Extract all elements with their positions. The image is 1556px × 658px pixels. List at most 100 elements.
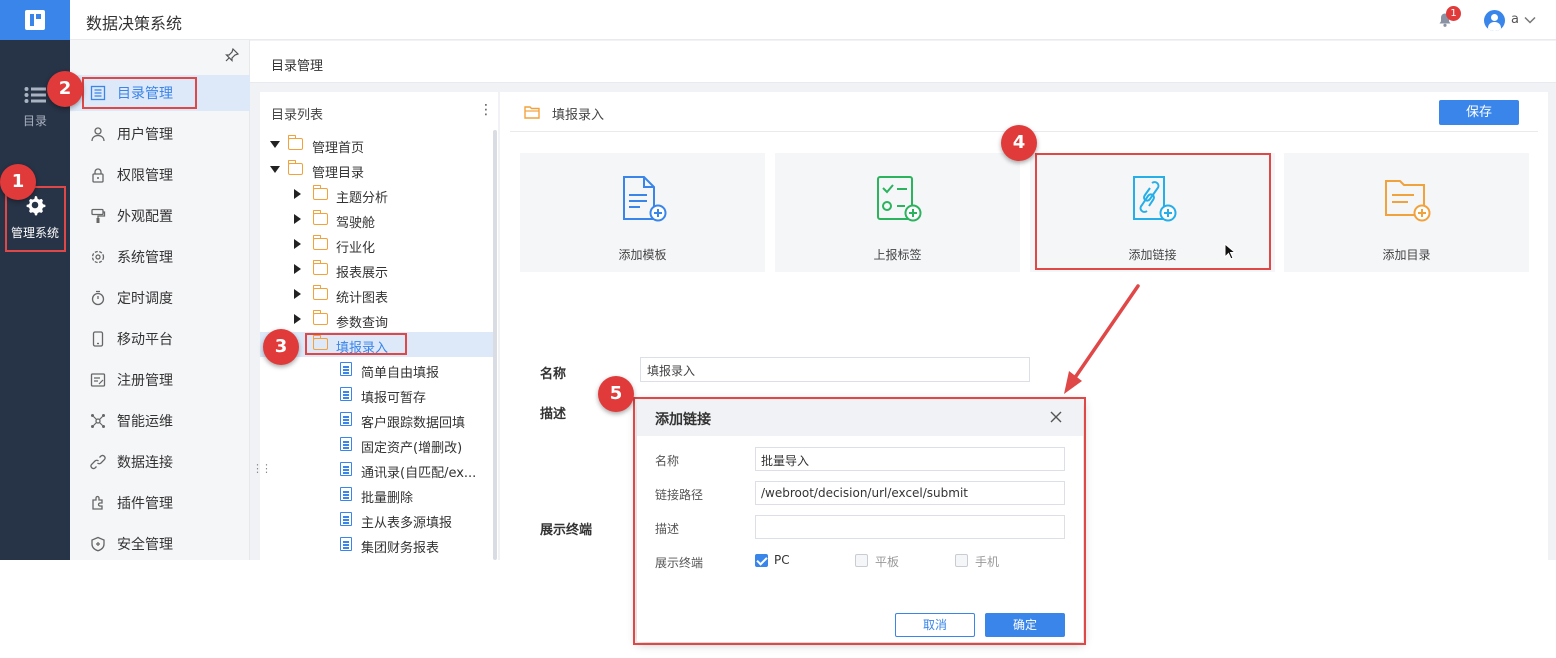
caret-right-icon[interactable] (294, 314, 301, 324)
step-marker: 3 (263, 329, 299, 365)
notification-badge: 1 (1446, 6, 1461, 21)
caret-right-icon[interactable] (294, 214, 301, 224)
card-label: 上报标签 (873, 248, 922, 262)
folder-icon (524, 106, 540, 119)
tree-item[interactable]: 参数查询 (260, 307, 493, 332)
breadcrumb-bar (250, 41, 1556, 83)
tree-item-label: 管理首页 (312, 141, 365, 156)
plugin-icon (90, 495, 106, 511)
tree-item[interactable]: 驾驶舱 (260, 207, 493, 232)
caret-right-icon[interactable] (294, 189, 301, 199)
register-icon (90, 372, 106, 388)
sidebar-item-register[interactable]: 注册管理 (70, 362, 250, 398)
sidebar-item-timer[interactable]: 定时调度 (70, 280, 250, 316)
tree-header: 目录列表 (271, 108, 324, 123)
folder-icon (313, 185, 328, 200)
tree-item-label: 简单自由填报 (361, 366, 440, 381)
tree-item-label: 主题分析 (336, 191, 389, 206)
user-name[interactable]: a (1511, 12, 1519, 27)
document-icon (340, 462, 352, 476)
top-bar (0, 0, 1556, 40)
document-icon (340, 487, 352, 501)
tree-item[interactable]: 客户跟踪数据回填 (260, 407, 493, 432)
tree-item[interactable]: 简单自由填报 (260, 357, 493, 382)
link-icon (90, 454, 106, 470)
more-icon[interactable]: ⋮ (479, 102, 493, 118)
folder-icon (313, 210, 328, 225)
caret-right-icon[interactable] (294, 289, 301, 299)
tree-item[interactable]: 通讯录(自匹配/ex... (260, 457, 493, 482)
tree-item[interactable]: 主从表多源填报 (260, 507, 493, 532)
sidebar-item-label: 插件管理 (117, 496, 173, 512)
rail-label-catalog: 目录 (22, 114, 47, 128)
tree-item[interactable]: 集团财务报表 (260, 532, 493, 557)
app-logo[interactable] (0, 0, 70, 40)
sidebar-item-network[interactable]: 智能运维 (70, 403, 250, 439)
avatar[interactable] (1484, 10, 1505, 31)
tree-item[interactable]: 填报可暂存 (260, 382, 493, 407)
tree-item[interactable]: 统计图表 (260, 282, 493, 307)
card-label: 添加模板 (618, 248, 667, 262)
chevron-down-icon[interactable] (1523, 13, 1537, 27)
sidebar-item-label: 注册管理 (117, 373, 173, 389)
panel-title: 填报录入 (552, 108, 605, 123)
sidebar-item-label: 外观配置 (117, 209, 173, 225)
caret-right-icon[interactable] (294, 264, 301, 274)
tree-item-label: 主从表多源填报 (361, 516, 453, 531)
tree-item[interactable]: 批量删除 (260, 482, 493, 507)
sidebar-item-label: 移动平台 (117, 332, 173, 348)
caret-down-icon[interactable] (270, 141, 280, 148)
sidebar-item-mobile[interactable]: 移动平台 (70, 321, 250, 357)
name-input[interactable]: 填报录入 (640, 357, 1030, 382)
mobile-icon (90, 331, 106, 347)
card-report-tag[interactable]: 上报标签 (775, 153, 1020, 272)
sidebar-item-label: 安全管理 (117, 537, 173, 553)
sidebar-resize-handle[interactable]: ⋮⋮ (252, 462, 272, 475)
tree-item[interactable]: 报表展示 (260, 257, 493, 282)
tree-item-label: 参数查询 (336, 316, 389, 331)
sidebar-item-label: 智能运维 (117, 414, 173, 430)
tree-item-label: 行业化 (336, 241, 376, 256)
sidebar-item-link[interactable]: 数据连接 (70, 444, 250, 480)
highlight-box (82, 77, 197, 109)
step-marker: 2 (47, 71, 83, 107)
document-icon (340, 512, 352, 526)
folder-add-icon (1385, 180, 1431, 222)
terminal-label: 展示终端 (540, 523, 593, 538)
folder-icon (313, 285, 328, 300)
step-marker: 1 (0, 164, 36, 200)
tree-item-label: 客户跟踪数据回填 (361, 416, 466, 431)
lock-icon (90, 167, 106, 183)
sidebar-item-plugin[interactable]: 插件管理 (70, 485, 250, 521)
sidebar-item-shield[interactable]: 安全管理 (70, 526, 250, 562)
card-add-template[interactable]: 添加模板 (520, 153, 765, 272)
tree-item-label: 通讯录(自匹配/ex... (361, 466, 477, 481)
tree-item-label: 固定资产(增删改) (361, 441, 463, 456)
document-icon (340, 362, 352, 376)
timer-icon (90, 290, 106, 306)
caret-down-icon[interactable] (270, 166, 280, 173)
document-icon (340, 412, 352, 426)
arrow-icon (1064, 284, 1140, 394)
pin-icon[interactable] (225, 48, 239, 62)
highlight-box (305, 333, 407, 355)
highlight-box (633, 397, 1086, 645)
tree-scrollbar[interactable] (493, 130, 497, 560)
step-marker: 5 (598, 376, 634, 412)
template-add-icon (623, 176, 667, 222)
tree-item[interactable]: 主题分析 (260, 182, 493, 207)
card-add-folder[interactable]: 添加目录 (1284, 153, 1529, 272)
checklist-add-icon (877, 176, 922, 222)
caret-right-icon[interactable] (294, 239, 301, 249)
tree-item[interactable]: 管理首页 (260, 132, 493, 157)
sidebar-item-user[interactable]: 用户管理 (70, 116, 250, 152)
sidebar-item-lock[interactable]: 权限管理 (70, 157, 250, 193)
tree-item[interactable]: 固定资产(增删改) (260, 432, 493, 457)
sidebar-item-label: 定时调度 (117, 291, 173, 307)
sidebar-item-brush[interactable]: 外观配置 (70, 198, 250, 234)
save-button[interactable]: 保存 (1439, 100, 1519, 125)
tree-item[interactable]: 管理目录 (260, 157, 493, 182)
user-icon (90, 126, 106, 142)
tree-item[interactable]: 行业化 (260, 232, 493, 257)
sidebar-item-settings[interactable]: 系统管理 (70, 239, 250, 275)
